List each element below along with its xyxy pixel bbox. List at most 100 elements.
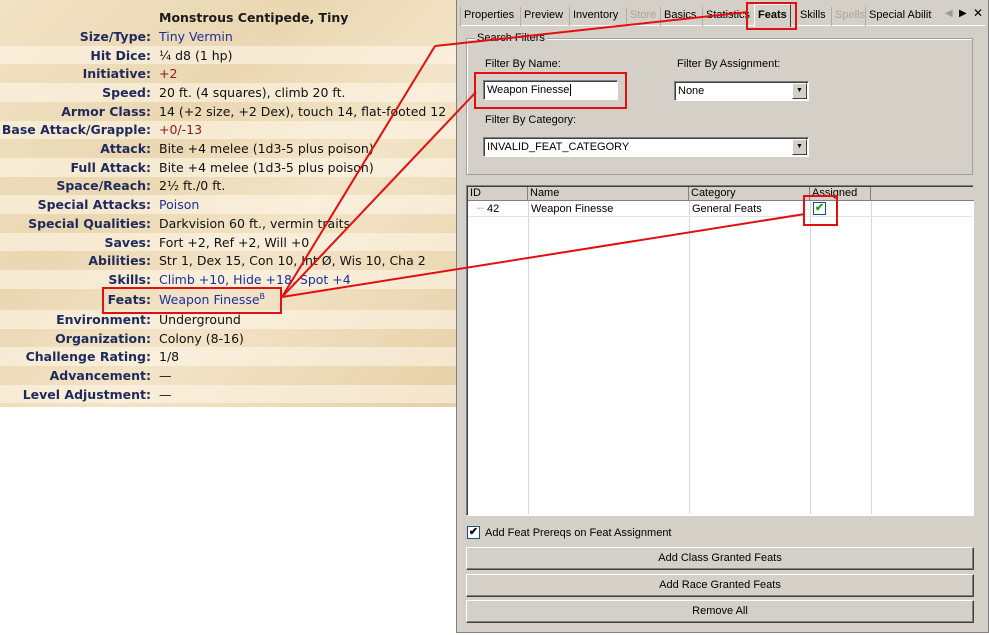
row-divider	[468, 216, 972, 217]
tab-skills[interactable]: Skills	[796, 7, 829, 26]
remove-all-button[interactable]: Remove All	[466, 600, 974, 623]
stat-label: Special Qualities:	[28, 215, 151, 231]
filter-by-assignment-label: Filter By Assignment:	[677, 58, 781, 70]
stat-label: Hit Dice:	[90, 47, 151, 63]
column-divider	[871, 201, 872, 514]
stat-value: 14 (+2 size, +2 Dex), touch 14, flat-foo…	[159, 103, 447, 119]
stat-label: Attack:	[100, 141, 151, 157]
stat-row-special-attacks: Special Attacks: Poison	[0, 195, 456, 214]
close-icon[interactable]: ✕	[973, 6, 983, 20]
stat-label: Abilities:	[88, 253, 151, 269]
add-class-granted-feats-button[interactable]: Add Class Granted Feats	[466, 547, 974, 570]
stat-row-attack: Attack: Bite +4 melee (1d3-5 plus poison…	[0, 139, 456, 158]
stat-label: Initiative:	[82, 66, 151, 82]
stat-value: +2	[159, 66, 178, 82]
stat-row-advancement: Advancement: —	[0, 366, 456, 385]
stat-value: 2½ ft./0 ft.	[159, 178, 226, 194]
stat-value: Str 1, Dex 15, Con 10, Int Ø, Wis 10, Ch…	[159, 253, 426, 269]
stat-value: 20 ft. (4 squares), climb 20 ft.	[159, 84, 346, 100]
stat-row-full-attack: Full Attack: Bite +4 melee (1d3-5 plus p…	[0, 157, 456, 177]
tab-scroll-left-icon[interactable]: ◀	[945, 8, 953, 19]
filter-by-name-input[interactable]: Weapon Finesse	[483, 80, 618, 100]
stat-value: Colony (8-16)	[159, 330, 244, 346]
tree-connector: ┈	[477, 203, 484, 215]
stat-row-hit-dice: Hit Dice: ¼ d8 (1 hp)	[0, 45, 456, 65]
stat-label: Speed:	[102, 84, 151, 100]
stat-label: Challenge Rating:	[25, 349, 151, 365]
feat-link-text[interactable]: Weapon Finesse	[159, 292, 260, 307]
feat-link-weapon-finesse[interactable]: Weapon FinesseB	[152, 292, 265, 307]
search-filters-legend: Search Filters	[475, 32, 547, 44]
prereq-checkbox[interactable]: ✔	[467, 526, 480, 539]
stat-label: Environment:	[56, 311, 151, 327]
assigned-checkbox[interactable]: ✔	[813, 202, 826, 215]
column-header-assigned[interactable]: Assigned	[810, 187, 871, 201]
stat-label: Size/Type:	[79, 28, 151, 44]
stat-value[interactable]: Poison	[152, 197, 199, 212]
filter-by-category-select[interactable]: INVALID_FEAT_CATEGORY ▼	[483, 137, 809, 157]
tab-scroll-right-icon[interactable]: ▶	[959, 8, 967, 19]
filter-by-assignment-select[interactable]: None ▼	[674, 81, 809, 101]
stat-row-initiative: Initiative: +2	[0, 64, 456, 83]
filter-by-category-value: INVALID_FEAT_CATEGORY	[487, 141, 630, 153]
creature-title: Monstrous Centipede, Tiny	[159, 10, 349, 25]
stat-row-space-reach: Space/Reach: 2½ ft./0 ft.	[0, 177, 456, 196]
tab-preview[interactable]: Preview	[520, 7, 566, 26]
stat-label: Space/Reach:	[56, 178, 151, 194]
feat-category-cell: General Feats	[692, 203, 762, 215]
filter-by-assignment-value: None	[678, 85, 705, 97]
stat-row-challenge-rating: Challenge Rating: 1/8	[0, 347, 456, 367]
stat-block: Monstrous Centipede, Tiny Size/Type: Tin…	[0, 0, 456, 407]
feat-bonus-marker: B	[259, 291, 266, 301]
tab-properties[interactable]: Properties	[460, 7, 517, 26]
tab-feats[interactable]: Feats	[754, 4, 791, 27]
text-cursor	[570, 84, 572, 97]
stat-value: Darkvision 60 ft., vermin traits	[159, 215, 351, 231]
stat-label: Level Adjustment:	[22, 386, 151, 402]
stat-row-organization: Organization: Colony (8-16)	[0, 329, 456, 348]
tab-inventory[interactable]: Inventory	[569, 7, 621, 26]
filter-by-name-label: Filter By Name:	[485, 58, 561, 70]
tab-special-abilities[interactable]: Special Abilit	[865, 7, 934, 26]
stat-row-size-type: Size/Type: Tiny Vermin	[0, 27, 456, 46]
stat-label: Advancement:	[49, 367, 151, 383]
dropdown-arrow-icon[interactable]: ▼	[792, 139, 807, 155]
search-filters-group: Search Filters Filter By Name: Weapon Fi…	[466, 32, 973, 175]
feat-editor-window: Properties Preview Inventory Store Basic…	[456, 0, 989, 633]
tab-statistics[interactable]: Statistics	[702, 7, 753, 26]
feats-grid: ID Name Category Assigned ┈ 42 Weapon Fi…	[466, 185, 974, 516]
stat-value: +0/-13	[159, 122, 203, 138]
stat-row-feats: Feats: Weapon FinesseB	[0, 290, 456, 309]
column-divider	[528, 201, 529, 514]
stat-row-level-adjustment: Level Adjustment: —	[0, 384, 456, 404]
stat-row-armor-class: Armor Class: 14 (+2 size, +2 Dex), touch…	[0, 102, 456, 121]
dropdown-arrow-icon[interactable]: ▼	[792, 83, 807, 99]
stat-label: Feats:	[107, 291, 151, 307]
column-header-id[interactable]: ID	[468, 187, 528, 201]
column-header-category[interactable]: Category	[689, 187, 810, 201]
add-race-granted-feats-button[interactable]: Add Race Granted Feats	[466, 574, 974, 597]
stat-label: Full Attack:	[70, 159, 151, 175]
prereq-checkbox-label[interactable]: Add Feat Prereqs on Feat Assignment	[485, 527, 672, 539]
column-divider	[810, 201, 811, 514]
stat-value: Underground	[159, 311, 241, 327]
stat-value: Bite +4 melee (1d3-5 plus poison)	[159, 141, 374, 157]
filter-by-name-value: Weapon Finesse	[487, 84, 570, 96]
stat-label: Organization:	[55, 330, 151, 346]
stat-value: Fort +2, Ref +2, Will +0	[159, 234, 310, 250]
tab-store: Store	[626, 7, 659, 26]
stat-value: —	[159, 386, 172, 402]
stat-label: Saves:	[104, 234, 151, 250]
stat-row-environment: Environment: Underground	[0, 310, 456, 329]
column-divider	[689, 201, 690, 514]
stat-value: —	[159, 367, 172, 383]
stat-row-skills: Skills: Climb +10, Hide +18, Spot +4	[0, 270, 456, 289]
stat-value[interactable]: Climb +10, Hide +18, Spot +4	[152, 272, 351, 287]
stat-label: Skills:	[108, 271, 151, 287]
tab-basics[interactable]: Basics	[660, 7, 699, 26]
filter-by-category-label: Filter By Category:	[485, 114, 577, 126]
tab-bar: Properties Preview Inventory Store Basic…	[460, 4, 985, 27]
stat-value[interactable]: Tiny Vermin	[152, 29, 233, 44]
column-header-name[interactable]: Name	[528, 187, 689, 201]
stat-row-special-qualities: Special Qualities: Darkvision 60 ft., ve…	[0, 214, 456, 233]
